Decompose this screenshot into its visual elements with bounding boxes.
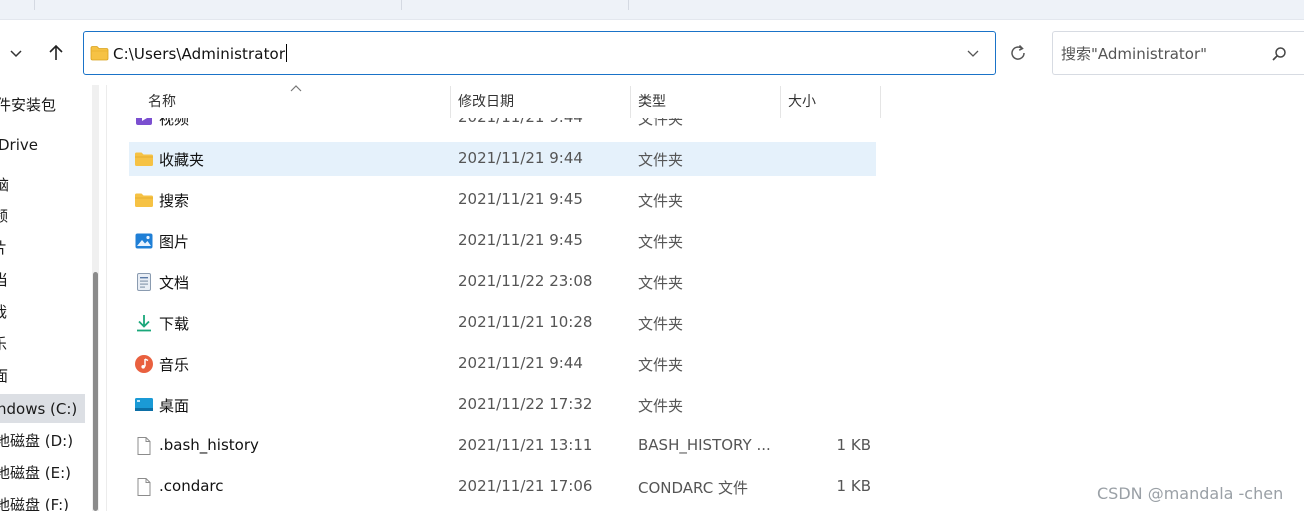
refresh-button[interactable] <box>1005 40 1031 66</box>
file-name: 下载 <box>159 315 190 333</box>
download-icon <box>137 315 151 332</box>
column-header-name[interactable]: 名称 <box>148 86 176 118</box>
file-modified: 2021/11/21 17:06 <box>458 477 593 495</box>
title-tab-strip <box>0 0 1304 20</box>
column-divider[interactable] <box>630 86 631 118</box>
file-modified: 2021/11/21 9:45 <box>458 231 583 249</box>
folder-icon <box>90 46 109 61</box>
file-modified: 2021/11/21 9:45 <box>458 190 583 208</box>
file-name: 桌面 <box>159 397 190 415</box>
file-row[interactable]: .bash_history 2021/11/21 13:11 BASH_HIST… <box>129 429 876 463</box>
text-caret <box>286 44 288 62</box>
address-bar[interactable]: C:\Users\Administrator <box>83 31 996 75</box>
file-row[interactable]: .condarc 2021/11/21 17:06 CONDARC 文件 1 K… <box>129 470 876 504</box>
file-row[interactable]: 搜索 2021/11/21 9:45 文件夹 <box>129 183 876 217</box>
column-divider[interactable] <box>880 86 881 118</box>
music-icon <box>135 355 153 373</box>
file-type: 文件夹 <box>638 274 684 292</box>
file-icon <box>137 478 151 496</box>
file-type: 文件夹 <box>638 192 684 210</box>
recent-locations-button[interactable] <box>3 40 29 66</box>
file-type: BASH_HISTORY ... <box>638 436 771 454</box>
search-box[interactable] <box>1052 31 1304 75</box>
file-type: 文件夹 <box>638 315 684 333</box>
column-header-modified[interactable]: 修改日期 <box>458 86 514 118</box>
arrow-up-icon <box>49 44 63 60</box>
file-modified: 2021/11/22 23:08 <box>458 272 593 290</box>
file-type: 文件夹 <box>638 151 684 169</box>
search-input[interactable] <box>1061 43 1261 65</box>
file-row[interactable]: 图片 2021/11/21 9:45 文件夹 <box>129 224 876 258</box>
file-modified: 2021/11/21 10:28 <box>458 313 593 331</box>
file-name: .condarc <box>159 477 224 495</box>
file-row[interactable]: 文档 2021/11/22 23:08 文件夹 <box>129 265 876 299</box>
refresh-icon <box>1011 44 1025 60</box>
file-type: 文件夹 <box>638 356 684 374</box>
pictures-icon <box>135 233 153 249</box>
file-name: 音乐 <box>159 356 190 374</box>
column-divider[interactable] <box>780 86 781 118</box>
file-size: 1 KB <box>836 477 871 495</box>
file-modified: 2021/11/21 9:44 <box>458 149 583 167</box>
desktop-icon <box>135 398 153 411</box>
file-row[interactable]: 下载 2021/11/21 10:28 文件夹 <box>129 306 876 340</box>
file-list: 视频 2021/11/21 9:44 文件夹 收藏夹 2021/11/21 9:… <box>0 118 1304 511</box>
file-row[interactable]: 桌面 2021/11/22 17:32 文件夹 <box>129 388 876 422</box>
file-name: 图片 <box>159 233 190 251</box>
tab-separator <box>34 0 35 10</box>
watermark: CSDN @mandala -chen <box>1097 484 1284 503</box>
folder-icon <box>135 152 153 166</box>
nav-item-installers[interactable]: 件安装包 <box>0 94 56 116</box>
sort-ascending-icon <box>290 85 302 92</box>
documents-icon <box>137 273 151 291</box>
file-row[interactable]: 音乐 2021/11/21 9:44 文件夹 <box>129 347 876 381</box>
file-icon <box>137 437 151 455</box>
up-button[interactable] <box>43 40 69 66</box>
file-size: 1 KB <box>836 436 871 454</box>
file-modified: 2021/11/22 17:32 <box>458 395 593 413</box>
chevron-down-icon <box>10 50 22 58</box>
file-type: 文件夹 <box>638 233 684 251</box>
file-type: 文件夹 <box>638 397 684 415</box>
file-row[interactable]: 收藏夹 2021/11/21 9:44 文件夹 <box>129 142 876 176</box>
address-path[interactable]: C:\Users\Administrator <box>113 44 288 63</box>
file-name: 搜索 <box>159 192 190 210</box>
file-modified: 2021/11/21 9:44 <box>458 354 583 372</box>
file-type: CONDARC 文件 <box>638 479 748 497</box>
search-icon[interactable] <box>1271 46 1287 62</box>
column-divider[interactable] <box>450 86 451 118</box>
file-name: .bash_history <box>159 436 259 454</box>
tab-separator <box>401 0 402 10</box>
column-header-size[interactable]: 大小 <box>788 86 816 118</box>
file-name: 文档 <box>159 274 190 292</box>
file-name: 收藏夹 <box>159 151 205 169</box>
file-modified: 2021/11/21 13:11 <box>458 436 593 454</box>
tab-separator <box>628 0 629 10</box>
chevron-down-icon[interactable] <box>966 46 980 60</box>
column-header-type[interactable]: 类型 <box>638 86 666 118</box>
folder-icon <box>135 193 153 207</box>
